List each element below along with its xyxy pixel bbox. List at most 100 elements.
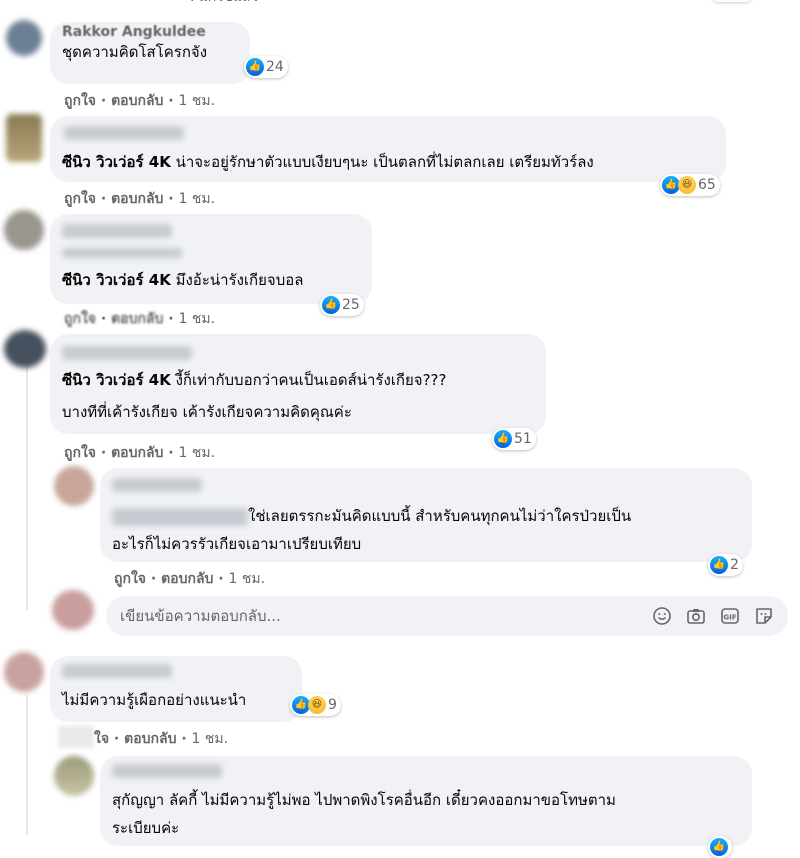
avatar[interactable] [6, 20, 42, 56]
comment-actions: ถูกใจ · ตอบกลับ · 1 ชม. [64, 442, 215, 464]
comment-bubble: ซีนิว วิวเว่อร์ 4K มึงอ้ะน่ารังเกียจบอล [50, 214, 372, 304]
reaction-count[interactable]: 👍 2 [708, 554, 743, 576]
avatar[interactable] [54, 756, 94, 796]
mention[interactable]: ซีนิว วิวเว่อร์ 4K [62, 271, 171, 289]
avatar[interactable] [54, 466, 94, 506]
mention[interactable]: ซีนิว วิวเว่อร์ 4K [62, 153, 171, 171]
sticker-icon[interactable] [754, 606, 774, 626]
reply-input[interactable]: เขียนข้อความตอบกลับ... GIF [106, 596, 788, 636]
comment-text: ชุดความคิดโสโครกจัง [62, 43, 208, 61]
reaction-count[interactable]: 👍 😆 65 [660, 174, 720, 196]
reply-action[interactable]: ตอบกลับ [111, 93, 163, 109]
timestamp[interactable]: 1 ชม. [229, 571, 266, 587]
reply-action[interactable]: ตอบกลับ [111, 445, 163, 461]
separator: · [163, 311, 179, 327]
avatar[interactable] [4, 652, 44, 692]
emoji-icon[interactable] [652, 606, 672, 626]
comment-body: น่าจะอยู่รักษาตัวแบบเงียบๆนะ เป็นตลกที่ไ… [170, 153, 594, 171]
timestamp[interactable]: 1 ชม. [192, 731, 229, 747]
reaction-number: 24 [266, 59, 284, 75]
reaction-count[interactable]: 👍 51 [492, 428, 536, 450]
like-action[interactable]: ถูกใจ [64, 445, 96, 461]
reaction-count-partial[interactable]: 👍 [708, 836, 732, 858]
gif-icon[interactable]: GIF [720, 606, 740, 626]
separator: · [163, 191, 179, 207]
comment-author[interactable]: Rakkor Angkuldee [62, 24, 238, 40]
reaction-count[interactable]: 👍 25 [320, 294, 364, 316]
reply-bubble: สุกัญญา ลัคกี้ ไม่มีความรู้ไม่พอ ไปพาดพิ… [100, 756, 752, 846]
comment-text: ซีนิว วิวเว่อร์ 4K งี้ก็เท่ากับบอกว่าคนเ… [62, 366, 534, 394]
haha-reaction-icon: 😆 [678, 176, 696, 194]
partial-reaction-pill [712, 0, 752, 2]
like-action[interactable]: ถูกใจ [64, 311, 96, 327]
mention[interactable]: ซีนิว วิวเว่อร์ 4K [62, 371, 171, 389]
comment-actions: ถูกใจ · ตอบกลับ · 1 ชม. [64, 188, 215, 210]
comment-bubble: ซีนิว วิวเว่อร์ 4K งี้ก็เท่ากับบอกว่าคนเ… [50, 334, 546, 434]
like-action[interactable]: ถูกใจ [114, 571, 146, 587]
separator: · [96, 93, 112, 109]
reply-bubble: ใช่เลยตรรกะมันคิดแบบนี้ สำหรับคนทุกคนไม่… [100, 468, 752, 562]
timestamp[interactable]: 1 ชม. [179, 191, 216, 207]
like-reaction-icon: 👍 [710, 556, 728, 574]
like-reaction-icon: 👍 [322, 296, 340, 314]
reply-action[interactable]: ตอบกลับ [111, 191, 163, 207]
like-reaction-icon: 👍 [246, 58, 264, 76]
avatar[interactable] [4, 210, 44, 250]
separator: · [163, 93, 179, 109]
comment-author-blurred[interactable] [62, 224, 172, 238]
reaction-number: 9 [328, 697, 337, 713]
comment-bubble: ซีนิว วิวเว่อร์ 4K น่าจะอยู่รักษาตัวแบบเ… [50, 116, 726, 182]
reaction-number: 51 [514, 431, 532, 447]
thread-line [26, 360, 28, 610]
separator: · [176, 731, 192, 747]
haha-reaction-icon: 😆 [308, 696, 326, 714]
comment-actions: ถูกใจ · ตอบกลับ · 1 ชม. [64, 90, 215, 112]
like-action[interactable]: ถูกใจ [64, 191, 96, 207]
mention-blurred[interactable] [112, 508, 248, 526]
timestamp[interactable]: 1 ชม. [179, 445, 216, 461]
comment-author-blurred [62, 248, 182, 258]
thread-line [26, 695, 28, 835]
current-user-avatar [52, 590, 94, 630]
reply-text-line2: อะไรก็ไม่ควรรัวเกียจเอามาเปรียบเทียบ [112, 535, 362, 553]
separator: · [163, 445, 179, 461]
like-action[interactable]: ใจ [94, 731, 109, 747]
comment-actions: ใจ · ตอบกลับ · 1 ชม. [94, 728, 228, 750]
reply-text: สุกัญญา ลัคกี้ ไม่มีความรู้ไม่พอ ไปพาดพิ… [112, 791, 616, 809]
avatar[interactable] [4, 330, 46, 368]
reply-action[interactable]: ตอบกลับ [124, 731, 176, 747]
reaction-number: 2 [730, 557, 739, 573]
comment-text-line2: บางทีที่เค้ารังเกียจ เค้ารังเกียจความคิด… [62, 403, 352, 421]
separator: · [96, 191, 112, 207]
reply-action[interactable]: ตอบกลับ [161, 571, 213, 587]
like-action[interactable]: ถูกใจ [64, 93, 96, 109]
separator: · [146, 571, 162, 587]
separator: · [109, 731, 125, 747]
comment-body: มึงอ้ะน่ารังเกียจบอล [170, 271, 304, 289]
timestamp[interactable]: 1 ชม. [179, 311, 216, 327]
partial-comment-fragment: . แก่ไข่แล้ว [190, 0, 258, 8]
separator: · [96, 445, 112, 461]
comment-author-blurred[interactable] [62, 664, 172, 678]
reply-author-blurred[interactable] [112, 764, 222, 778]
comment-author-blurred[interactable] [64, 126, 184, 140]
reaction-count[interactable]: 👍 😆 9 [290, 694, 341, 716]
reaction-number: 65 [698, 177, 716, 193]
like-reaction-icon: 👍 [494, 430, 512, 448]
comment-actions: ถูกใจ · ตอบกลับ · 1 ชม. [64, 308, 215, 330]
camera-icon[interactable] [686, 606, 706, 626]
reply-action[interactable]: ตอบกลับ [111, 311, 163, 327]
comment-text: ไม่มีความรู้เผือกอย่างแนะนำ [62, 691, 247, 709]
comment-body: งี้ก็เท่ากับบอกว่าคนเป็นเอดส์น่ารังเกียจ… [170, 371, 447, 389]
separator: · [96, 311, 112, 327]
reply-author-blurred[interactable] [112, 478, 202, 492]
avatar[interactable] [6, 114, 42, 162]
comment-author-blurred[interactable] [62, 346, 192, 360]
timestamp[interactable]: 1 ชม. [179, 93, 216, 109]
comment-text: ซีนิว วิวเว่อร์ 4K มึงอ้ะน่ารังเกียจบอล [62, 266, 360, 294]
reaction-number: 25 [342, 297, 360, 313]
separator: · [213, 571, 229, 587]
reply-placeholder[interactable]: เขียนข้อความตอบกลับ... [120, 604, 638, 628]
redaction-block [58, 726, 94, 748]
reaction-count[interactable]: 👍 24 [244, 56, 288, 78]
